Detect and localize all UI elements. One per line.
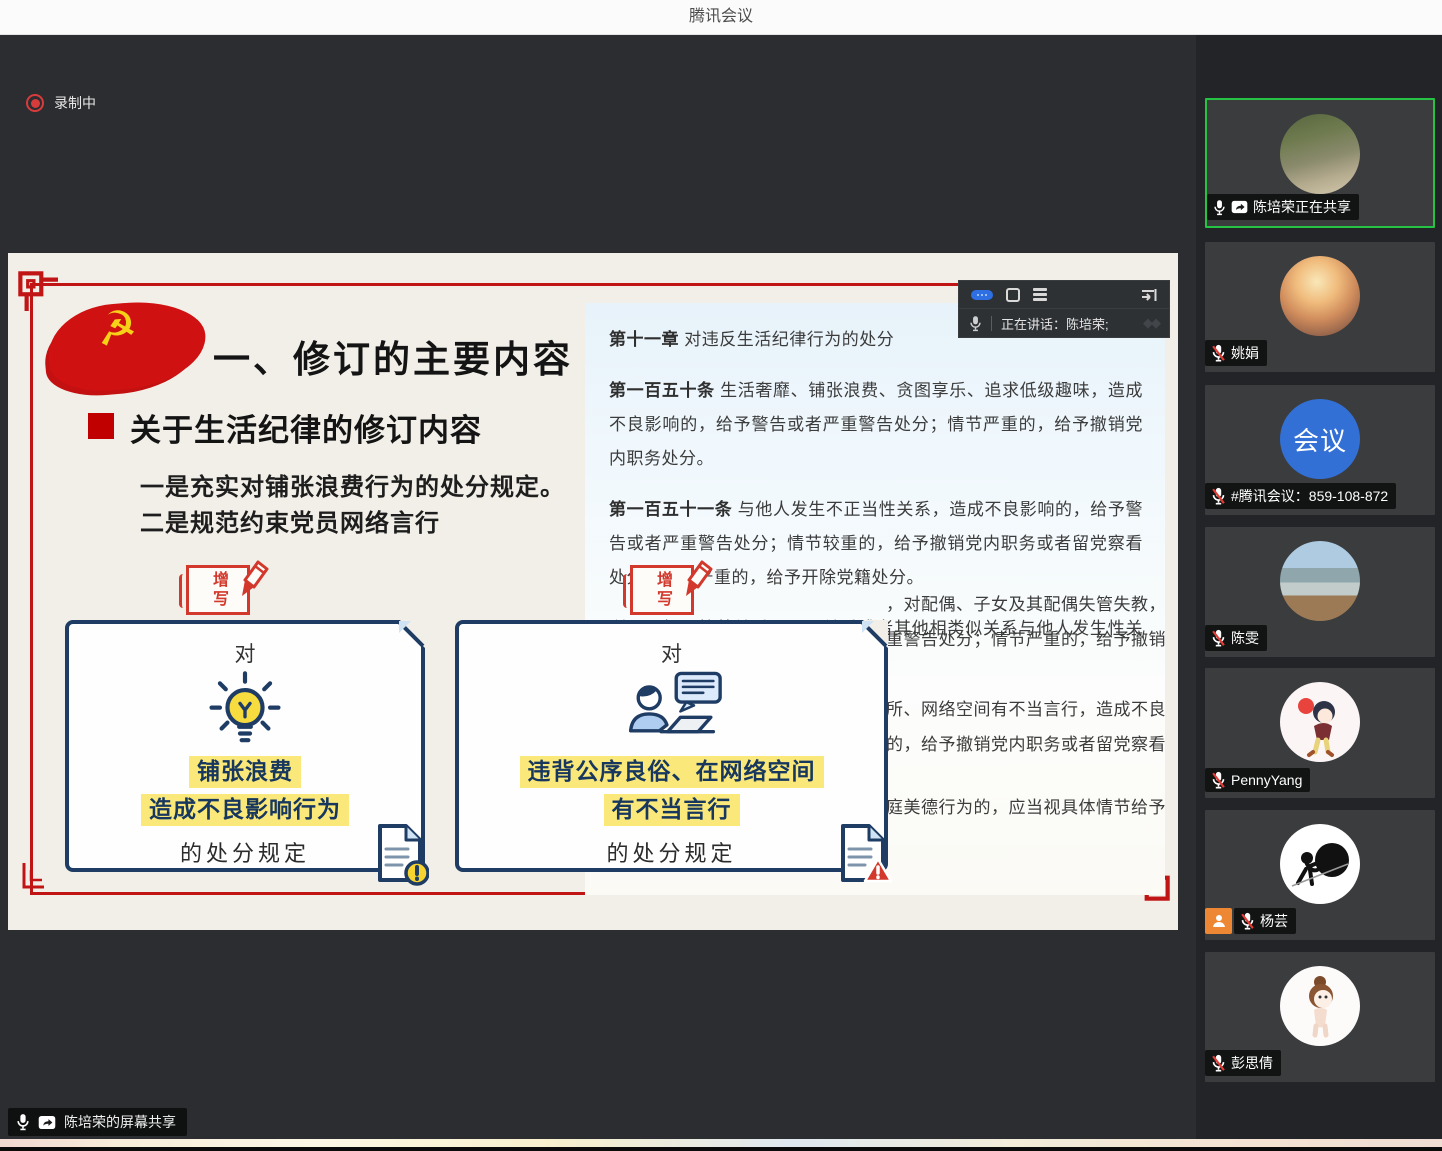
- document-exclamation-icon: [373, 822, 429, 886]
- avatar: [1280, 966, 1360, 1046]
- gallery-view-icon[interactable]: [1033, 288, 1047, 301]
- box-suffix: 的处分规定: [606, 836, 736, 868]
- avatar: [1280, 541, 1360, 621]
- record-dot-icon: [26, 94, 44, 112]
- collapse-panel-icon[interactable]: [1141, 288, 1157, 302]
- floating-toolbar: 正在讲话：陈培荣; ◆◆: [958, 280, 1170, 338]
- bullet-line: 二是规范约束党员网络言行: [140, 503, 440, 538]
- clipped-text-fragment: 重警告处分；情节严重的，给予撤销党: [886, 625, 1166, 650]
- box-prefix: 对: [235, 638, 256, 668]
- screen-share-icon: [1231, 200, 1248, 214]
- slide-title: 一、修订的主要内容: [213, 329, 573, 383]
- stick-figure-avatar-art: [1280, 824, 1360, 904]
- microphone-icon[interactable]: [969, 315, 982, 332]
- avatar: [1280, 824, 1360, 904]
- frame-corner-ornament: [12, 265, 58, 311]
- avatar: [1280, 682, 1360, 762]
- highlight-phrase: 造成不良影响行为: [141, 794, 349, 826]
- hammer-sickle-icon: ☭: [92, 298, 140, 357]
- screen-share-banner-label: 陈培荣的屏幕共享: [64, 1112, 176, 1132]
- participant-label: #腾讯会议：859-108-872: [1205, 483, 1396, 509]
- bullet-line: 一是充实对铺张浪费行为的处分规定。: [140, 467, 565, 502]
- shared-slide: ☭ 一、修订的主要内容 关于生活纪律的修订内容 一是充实对铺张浪费行为的处分规定…: [8, 253, 1178, 930]
- participant-tile-pengsiqian[interactable]: 彭思倩: [1205, 952, 1435, 1082]
- participants-sidebar: 陈培荣正在共享 姚娟 会议: [1196, 35, 1442, 1139]
- participant-tile-chenwen[interactable]: 陈雯: [1205, 527, 1435, 657]
- participant-tile-meeting-id[interactable]: 会议 #腾讯会议：859-108-872: [1205, 385, 1435, 515]
- clipped-text-fragment: 庭美德行为的，应当视具体情节给予警: [886, 793, 1166, 818]
- microphone-icon: [16, 1113, 30, 1131]
- person-posting-online-icon: [612, 670, 732, 750]
- recording-label: 录制中: [54, 93, 96, 113]
- shared-screen-stage: 录制中 ☭ 一、修订的主要内容 关于生活纪律的修订内容 一是充实对铺张浪费行为的…: [0, 35, 1196, 1139]
- recording-indicator[interactable]: 录制中: [26, 93, 96, 113]
- background-window-strip: [0, 1139, 1442, 1151]
- watermark-logo: ◆◆: [1143, 315, 1159, 331]
- speaking-now-label: 正在讲话：陈培荣;: [1001, 314, 1109, 333]
- red-bullet-square: [88, 413, 114, 439]
- microphone-muted-icon: [1211, 487, 1226, 505]
- screen-share-banner: 陈培荣的屏幕共享: [8, 1108, 187, 1136]
- cartoon-child-avatar-art: [1280, 966, 1360, 1046]
- frame-corner-bracket: [20, 861, 46, 891]
- highlight-phrase: 铺张浪费: [189, 756, 301, 788]
- avatar: 会议: [1280, 399, 1360, 479]
- speaker-view-icon[interactable]: [1006, 288, 1020, 302]
- microphone-icon: [1213, 199, 1226, 216]
- participant-tile-chenpeirong[interactable]: 陈培荣正在共享: [1205, 98, 1435, 228]
- regulation-paragraph: 第一百五十条 生活奢靡、铺张浪费、贪图享乐、追求低级趣味，造成不良影响的，给予警…: [609, 374, 1143, 476]
- folded-corner: [860, 620, 888, 648]
- section-heading: 关于生活纪律的修订内容: [130, 405, 482, 450]
- avatar: [1280, 256, 1360, 336]
- document-warning-icon: [836, 822, 892, 886]
- added-provision-stamp: 增写: [186, 565, 250, 615]
- clipped-text-fragment: 所、网络空间有不当言行，造成不良影: [886, 695, 1166, 720]
- member-person-icon: [1205, 908, 1232, 934]
- highlight-phrase: 违背公序良俗、在网络空间: [520, 756, 824, 788]
- cartoon-girl-avatar-art: [1280, 682, 1360, 762]
- avatar: [1280, 114, 1360, 194]
- box-prefix: 对: [661, 638, 682, 668]
- microphone-muted-icon: [1211, 1054, 1226, 1072]
- pencil-icon: [685, 558, 715, 600]
- added-provision-stamp: 增写: [630, 565, 694, 615]
- folded-corner: [397, 620, 425, 648]
- participant-label: 彭思倩: [1205, 1050, 1281, 1076]
- participant-label: 姚娟: [1205, 340, 1267, 366]
- microphone-muted-icon: [1211, 344, 1226, 362]
- box-suffix: 的处分规定: [180, 836, 310, 868]
- participant-tile-yangyun[interactable]: 杨芸: [1205, 810, 1435, 940]
- highlight-phrase: 有不当言行: [604, 794, 740, 826]
- participant-label: 陈雯: [1205, 625, 1267, 651]
- participant-label: 杨芸: [1234, 908, 1296, 934]
- screen-share-icon: [38, 1115, 56, 1130]
- pencil-icon: [241, 558, 271, 600]
- participant-tile-yaojuan[interactable]: 姚娟: [1205, 242, 1435, 372]
- clipped-text-fragment: 的，给予撤销党内职务或者留党察看处: [886, 730, 1166, 755]
- microphone-muted-icon: [1211, 771, 1226, 789]
- microphone-muted-icon: [1211, 629, 1226, 647]
- participant-label: 陈培荣正在共享: [1207, 194, 1359, 220]
- microphone-muted-icon: [1240, 912, 1255, 930]
- network-quality-pill-icon[interactable]: [971, 290, 993, 300]
- participant-tile-pennyyang[interactable]: PennyYang: [1205, 668, 1435, 798]
- participant-label: PennyYang: [1205, 768, 1310, 792]
- provision-box-online-speech: 对 违背公序良俗、在网络空间 有不当言行 的处分规定: [455, 620, 888, 872]
- lightbulb-idea-icon: [204, 670, 286, 750]
- clipped-text-fragment: ，对配偶、子女及其配偶失管失教，造: [886, 590, 1166, 615]
- window-title: 腾讯会议: [0, 0, 1442, 35]
- provision-box-extravagance: 对 铺张浪费 造成不良影响行为 的处分规定: [65, 620, 425, 872]
